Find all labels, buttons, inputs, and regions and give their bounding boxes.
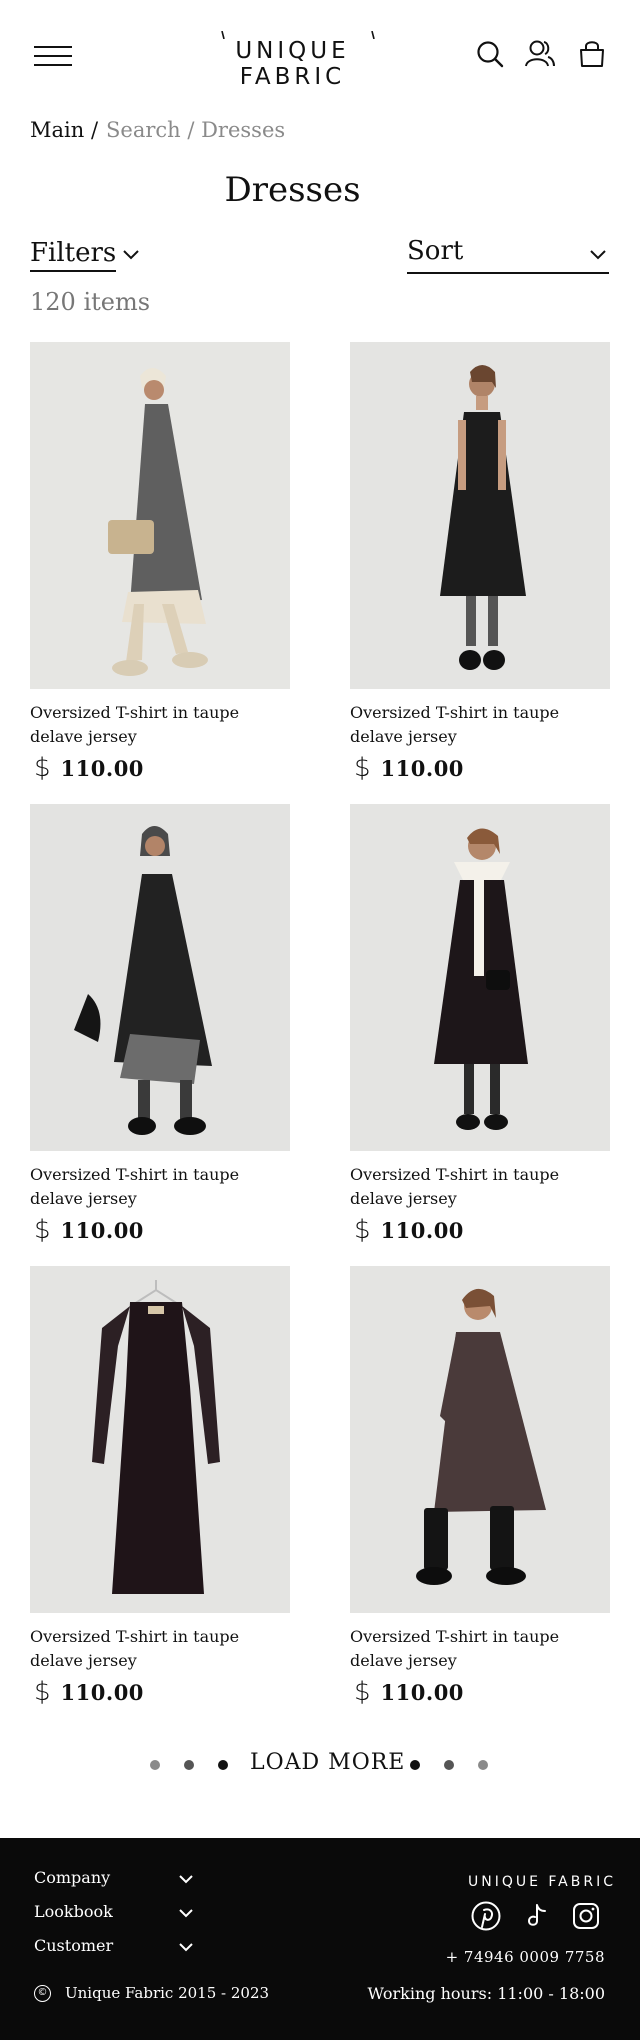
- price-amount: 110.00: [60, 755, 144, 781]
- chevron-down-icon: [590, 250, 606, 260]
- bag-icon[interactable]: [576, 38, 608, 70]
- instagram-icon[interactable]: [570, 1900, 602, 1932]
- product-name[interactable]: Oversized T-shirt in taupe delave jersey: [30, 701, 292, 749]
- pagination-dot[interactable]: [410, 1760, 420, 1770]
- product-card[interactable]: Oversized T-shirt in taupe delave jersey…: [30, 804, 292, 1245]
- load-more-pagination: LOAD MORE: [0, 1748, 640, 1780]
- footer-phone[interactable]: + 74946 0009 7758: [446, 1948, 605, 1966]
- pagination-dot[interactable]: [150, 1760, 160, 1770]
- product-photo: [30, 1266, 290, 1613]
- page-title: Dresses: [224, 170, 361, 210]
- tiktok-icon[interactable]: [520, 1900, 552, 1932]
- site-logo-text: UNIQUE FABRIC: [235, 38, 350, 90]
- product-image[interactable]: [30, 1266, 290, 1613]
- price-amount: 110.00: [380, 1217, 464, 1243]
- price-amount: 110.00: [380, 755, 464, 781]
- product-card[interactable]: Oversized T-shirt in taupe delave jersey…: [350, 342, 612, 783]
- product-image[interactable]: [350, 342, 610, 689]
- breadcrumb-main-link[interactable]: Main /: [30, 118, 98, 142]
- product-price: $110.00: [350, 753, 612, 783]
- price-amount: 110.00: [380, 1679, 464, 1705]
- breadcrumb-current[interactable]: Search / Dresses: [106, 118, 285, 142]
- footer-menu-customer[interactable]: Customer: [34, 1936, 113, 1955]
- site-footer: Company Lookbook Customer © Unique Fabri…: [0, 1838, 640, 2040]
- chevron-down-icon[interactable]: [178, 1874, 194, 1884]
- menu-icon[interactable]: [34, 44, 74, 68]
- filters-label: Filters: [30, 238, 117, 272]
- site-logo[interactable]: UNIQUE FABRIC: [185, 31, 400, 90]
- pinterest-icon[interactable]: [470, 1900, 502, 1932]
- filters-button[interactable]: Filters: [30, 238, 140, 272]
- logo-accent-mark: [221, 31, 225, 39]
- copyright-text: Unique Fabric 2015 - 2023: [65, 1984, 270, 2002]
- product-name[interactable]: Oversized T-shirt in taupe delave jersey: [30, 1163, 292, 1211]
- product-name[interactable]: Oversized T-shirt in taupe delave jersey: [350, 1625, 612, 1673]
- product-price: $110.00: [350, 1215, 612, 1245]
- product-photo: [30, 342, 290, 689]
- currency-symbol: $: [354, 753, 371, 783]
- copyright-icon: ©: [34, 1984, 51, 2002]
- product-price: $110.00: [30, 753, 292, 783]
- price-amount: 110.00: [60, 1217, 144, 1243]
- pagination-dot[interactable]: [218, 1760, 228, 1770]
- product-card[interactable]: Oversized T-shirt in taupe delave jersey…: [30, 342, 292, 783]
- product-card[interactable]: Oversized T-shirt in taupe delave jersey…: [30, 1266, 292, 1707]
- currency-symbol: $: [354, 1215, 371, 1245]
- product-image[interactable]: [30, 342, 290, 689]
- product-photo: [30, 804, 290, 1151]
- copyright: © Unique Fabric 2015 - 2023: [34, 1984, 269, 2002]
- footer-menu-lookbook[interactable]: Lookbook: [34, 1902, 113, 1921]
- product-photo: [350, 804, 610, 1151]
- chevron-down-icon[interactable]: [178, 1908, 194, 1918]
- currency-symbol: $: [34, 1215, 51, 1245]
- footer-menu-company[interactable]: Company: [34, 1868, 110, 1887]
- product-card[interactable]: Oversized T-shirt in taupe delave jersey…: [350, 804, 612, 1245]
- currency-symbol: $: [34, 1677, 51, 1707]
- currency-symbol: $: [34, 753, 51, 783]
- product-image[interactable]: [30, 804, 290, 1151]
- load-more-button[interactable]: LOAD MORE: [250, 1750, 405, 1775]
- product-card[interactable]: Oversized T-shirt in taupe delave jersey…: [350, 1266, 612, 1707]
- product-photo: [350, 1266, 610, 1613]
- product-name[interactable]: Oversized T-shirt in taupe delave jersey: [350, 1163, 612, 1211]
- price-amount: 110.00: [60, 1679, 144, 1705]
- currency-symbol: $: [354, 1677, 371, 1707]
- product-name[interactable]: Oversized T-shirt in taupe delave jersey: [30, 1625, 292, 1673]
- product-name[interactable]: Oversized T-shirt in taupe delave jersey: [350, 701, 612, 749]
- footer-working-hours: Working hours: 11:00 - 18:00: [367, 1984, 605, 2003]
- breadcrumb: Main / Search / Dresses: [30, 118, 285, 142]
- chevron-down-icon: [123, 250, 139, 260]
- footer-logo[interactable]: UNIQUE FABRIC: [468, 1874, 616, 1890]
- product-price: $110.00: [350, 1677, 612, 1707]
- product-photo: [350, 342, 610, 689]
- site-header: UNIQUE FABRIC: [0, 0, 640, 110]
- product-image[interactable]: [350, 1266, 610, 1613]
- pagination-dot[interactable]: [478, 1760, 488, 1770]
- item-count: 120 items: [30, 288, 151, 316]
- product-price: $110.00: [30, 1677, 292, 1707]
- pagination-dot[interactable]: [184, 1760, 194, 1770]
- pagination-dot[interactable]: [444, 1760, 454, 1770]
- user-icon[interactable]: [524, 38, 556, 70]
- sort-label: Sort: [407, 236, 464, 266]
- chevron-down-icon[interactable]: [178, 1942, 194, 1952]
- product-image[interactable]: [350, 804, 610, 1151]
- sort-dropdown[interactable]: Sort: [407, 236, 609, 274]
- search-icon[interactable]: [474, 38, 506, 70]
- product-price: $110.00: [30, 1215, 292, 1245]
- logo-accent-mark: [371, 31, 375, 39]
